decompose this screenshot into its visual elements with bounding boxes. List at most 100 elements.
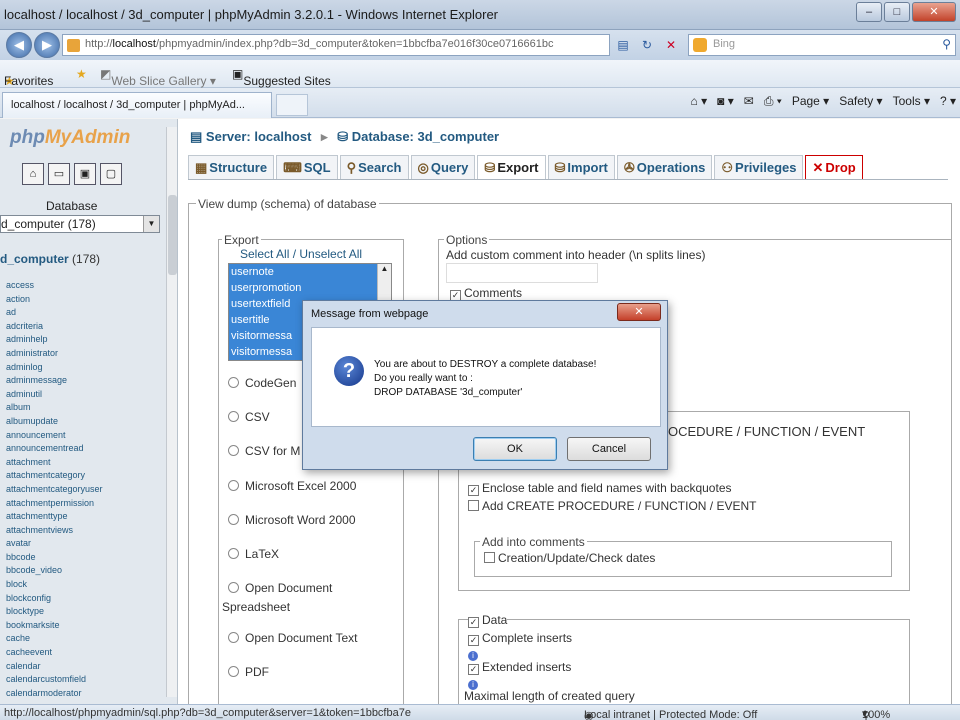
ok-button[interactable]: OK <box>473 437 557 461</box>
tab-sql[interactable]: ⌨ SQL <box>276 155 338 179</box>
close-window-button[interactable]: ✕ <box>912 2 956 22</box>
add-create-proc-checkbox[interactable]: Add CREATE PROCEDURE / FUNCTION / EVENT <box>468 499 756 513</box>
maximize-button[interactable]: □ <box>884 2 910 22</box>
radio-circle[interactable] <box>228 514 239 525</box>
table-list-item[interactable]: attachmentviews <box>6 524 103 538</box>
table-list-item[interactable]: attachmentcategoryuser <box>6 483 103 497</box>
back-button[interactable]: ◀ <box>6 32 32 58</box>
radio-circle[interactable] <box>228 666 239 677</box>
table-list-item[interactable]: album <box>6 401 103 415</box>
table-list-item[interactable]: avatar <box>6 537 103 551</box>
tab-structure[interactable]: ▦ Structure <box>188 155 275 179</box>
table-list-item[interactable]: block <box>6 578 103 592</box>
table-list-item[interactable]: bbcode <box>6 551 103 565</box>
query-window-button[interactable]: ▭ <box>48 163 70 185</box>
feeds-icon[interactable]: ◙ ▾ <box>717 94 734 109</box>
url-field[interactable]: http://localhost/phpmyadmin/index.php?db… <box>62 34 610 56</box>
radio-circle[interactable] <box>228 548 239 559</box>
tab-privileges[interactable]: ⚇ Privileges <box>714 155 804 179</box>
home-button[interactable]: ⌂ <box>22 163 44 185</box>
table-list-item[interactable]: attachmentpermission <box>6 497 103 511</box>
multiselect-option[interactable]: usernote <box>229 264 379 280</box>
format-radio-csv[interactable]: CSV <box>228 410 270 424</box>
table-list-item[interactable]: cacheevent <box>6 646 103 660</box>
table-list-item[interactable]: calendarcustomfield <box>6 673 103 687</box>
refresh-icon[interactable]: ↻ <box>638 36 656 54</box>
radio-circle[interactable] <box>228 445 239 456</box>
add-favorites-icon[interactable]: ★ <box>76 67 87 81</box>
table-list-item[interactable]: adcriteria <box>6 320 103 334</box>
radio-circle[interactable] <box>228 411 239 422</box>
left-scrollbar[interactable] <box>166 127 177 697</box>
table-list-item[interactable]: calendarmoderator <box>6 687 103 701</box>
table-list-item[interactable]: attachmentcategory <box>6 469 103 483</box>
checkbox-box[interactable]: ✓ <box>468 485 479 496</box>
tab-query[interactable]: ◎ Query <box>410 155 476 179</box>
mysql-docs-button[interactable]: ▢ <box>100 163 122 185</box>
radio-circle[interactable] <box>228 582 239 593</box>
format-radio-codegen[interactable]: CodeGen <box>228 376 296 390</box>
compatibility-view-icon[interactable]: ▤ <box>614 36 632 54</box>
tab-import[interactable]: ⛁ Import <box>547 155 615 179</box>
checkbox-box[interactable]: ✓ <box>468 635 479 646</box>
data-checkbox[interactable]: ✓ Data <box>468 613 508 628</box>
extended-inserts-checkbox[interactable]: ✓ Extended inserts <box>468 660 571 675</box>
table-list-item[interactable]: announcement <box>6 429 103 443</box>
select-all-link[interactable]: Select All <box>240 247 289 261</box>
database-name-link[interactable]: d_computer (178) <box>0 252 100 266</box>
print-icon[interactable]: ⎙ ▾ <box>764 94 782 109</box>
table-list-item[interactable]: administrator <box>6 347 103 361</box>
tab-export[interactable]: ⛁ Export <box>477 155 546 179</box>
table-list-item[interactable]: action <box>6 293 103 307</box>
unselect-all-link[interactable]: Unselect All <box>299 247 362 261</box>
format-radio-word2000[interactable]: Microsoft Word 2000 <box>228 513 356 527</box>
cancel-button[interactable]: Cancel <box>567 437 651 461</box>
table-list-item[interactable]: adminutil <box>6 388 103 402</box>
format-radio-excel2000[interactable]: Microsoft Excel 2000 <box>228 479 356 493</box>
radio-circle[interactable] <box>228 377 239 388</box>
forward-button[interactable]: ▶ <box>34 32 60 58</box>
multiselect-option[interactable]: userpromotion <box>229 280 379 296</box>
breadcrumb-server[interactable]: Server: localhost <box>206 129 312 144</box>
creation-dates-checkbox[interactable]: Creation/Update/Check dates <box>484 551 655 565</box>
table-list-item[interactable]: calendar <box>6 660 103 674</box>
format-radio-pdf[interactable]: PDF <box>228 665 269 679</box>
table-list-item[interactable]: adminhelp <box>6 333 103 347</box>
help-menu[interactable]: ? ▾ <box>940 94 956 109</box>
table-list-item[interactable]: bookmarksite <box>6 619 103 633</box>
table-list-item[interactable]: blocktype <box>6 605 103 619</box>
radio-circle[interactable] <box>228 480 239 491</box>
minimize-button[interactable]: – <box>856 2 882 22</box>
dialog-close-button[interactable]: ✕ <box>617 303 661 321</box>
browser-tab-active[interactable]: localhost / localhost / 3d_computer | ph… <box>2 92 272 118</box>
home-icon[interactable]: ⌂ ▾ <box>691 94 708 109</box>
breadcrumb-database[interactable]: Database: 3d_computer <box>352 129 499 144</box>
table-list-item[interactable]: access <box>6 279 103 293</box>
format-radio-csv-excel[interactable]: CSV for M <box>228 444 300 458</box>
search-field[interactable]: Bing ⚲ <box>688 34 956 56</box>
format-radio-odt[interactable]: Open Document Text <box>228 631 358 645</box>
table-list-item[interactable]: adminlog <box>6 361 103 375</box>
table-list-item[interactable]: albumupdate <box>6 415 103 429</box>
tab-drop[interactable]: ✕ Drop <box>805 155 863 179</box>
checkbox-box[interactable] <box>468 500 479 511</box>
safety-menu[interactable]: Safety ▾ <box>839 94 882 109</box>
table-list-item[interactable]: blockconfig <box>6 592 103 606</box>
checkbox-box[interactable]: ✓ <box>468 664 479 675</box>
read-mail-icon[interactable]: ✉ <box>744 94 754 109</box>
left-scrollbar-thumb[interactable] <box>168 195 177 275</box>
table-list-item[interactable]: announcementread <box>6 442 103 456</box>
table-list-item[interactable]: attachment <box>6 456 103 470</box>
zoom-control[interactable]: ⚲ 100% ▾ <box>862 707 890 720</box>
table-list-item[interactable]: cache <box>6 632 103 646</box>
stop-icon[interactable]: ✕ <box>662 36 680 54</box>
search-icon[interactable]: ⚲ <box>942 37 951 51</box>
tab-search[interactable]: ⚲ Search <box>339 155 409 179</box>
new-tab-button[interactable] <box>276 94 308 116</box>
format-radio-ods[interactable]: Open Document <box>228 581 332 595</box>
info-icon[interactable]: i <box>468 647 478 661</box>
checkbox-box[interactable] <box>484 552 495 563</box>
table-list-item[interactable]: bbcode_video <box>6 564 103 578</box>
info-icon[interactable]: i <box>468 676 478 690</box>
tools-menu[interactable]: Tools ▾ <box>893 94 930 109</box>
